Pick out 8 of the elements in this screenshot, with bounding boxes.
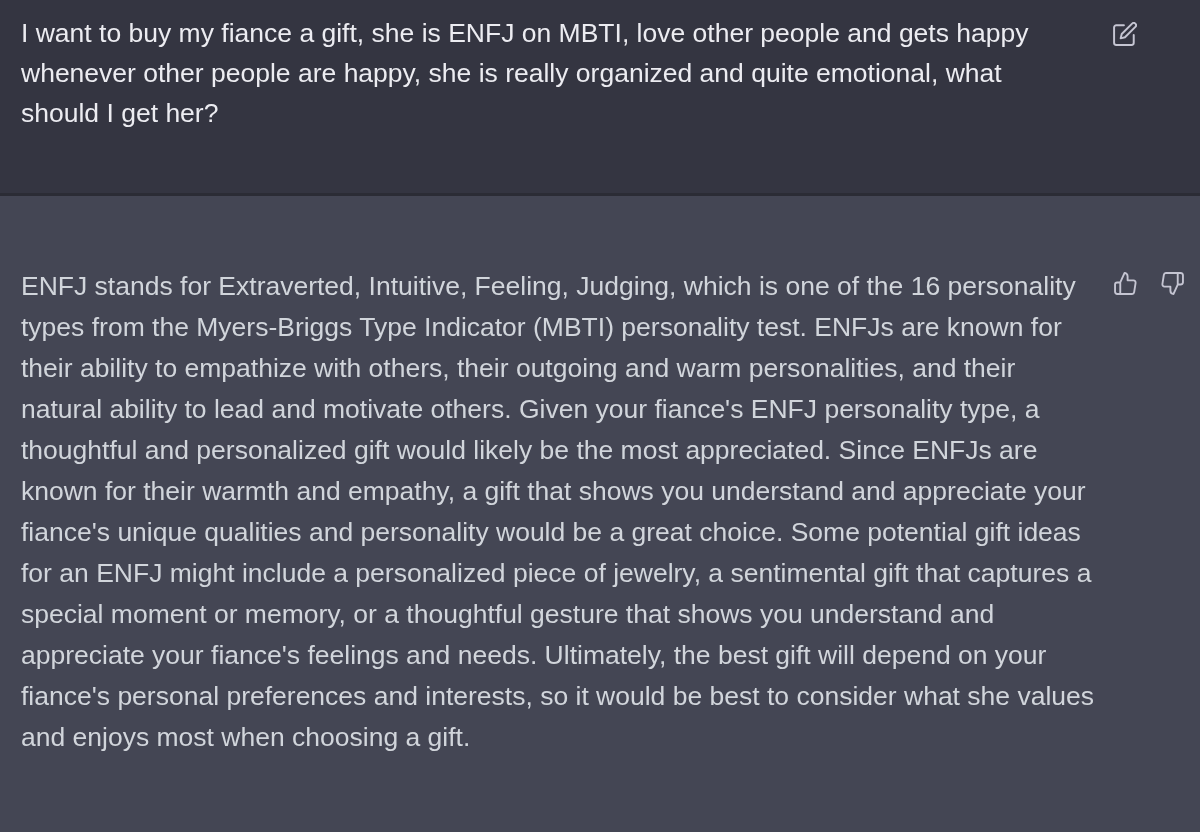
thumbs-down-button[interactable] — [1160, 272, 1185, 295]
user-message-text: I want to buy my fiance a gift, she is ENFJ on MBTI, love other people and gets happy whenever other people are happy, she is really organized and quite emotional, what should I get her? — [21, 17, 1030, 130]
thumbs-down-icon — [1160, 272, 1185, 295]
thumbs-up-icon — [1113, 272, 1138, 295]
thumbs-up-button[interactable] — [1113, 272, 1138, 295]
edit-icon — [1113, 22, 1137, 46]
assistant-message-text: ENFJ stands for Extraverted, Intuitive, Feeling, Judging, which is one of the 16 personality types from the Myers-Briggs Type Indicator (MBTI) personality test. ENFJs are known for their ability to empathize with others, their outgoing and warm personalities, and their natural ability to lead and motivate others. Given your fiance's ENFJ personality type, a thoughtful and personalized gift would likely be the most appreciated. Since ENFJs are known for their warmth and empathy, a gift that shows you understand and appreciate your fiance's unique qualities and personality would be a great choice. Some potential gift ideas for an ENFJ might include a personalized piece of jewelry, a sentimental gift that captures a special moment or memory, or a thoughtful gesture that shows you understand and appreciate your fiance's feelings and needs. Ultimately, the best gift will depend on your fiance's personal preferences and interests, so it would be best to consider what she values and enjoys most when choosing a gift. — [21, 270, 1096, 754]
edit-button[interactable] — [1113, 22, 1137, 46]
